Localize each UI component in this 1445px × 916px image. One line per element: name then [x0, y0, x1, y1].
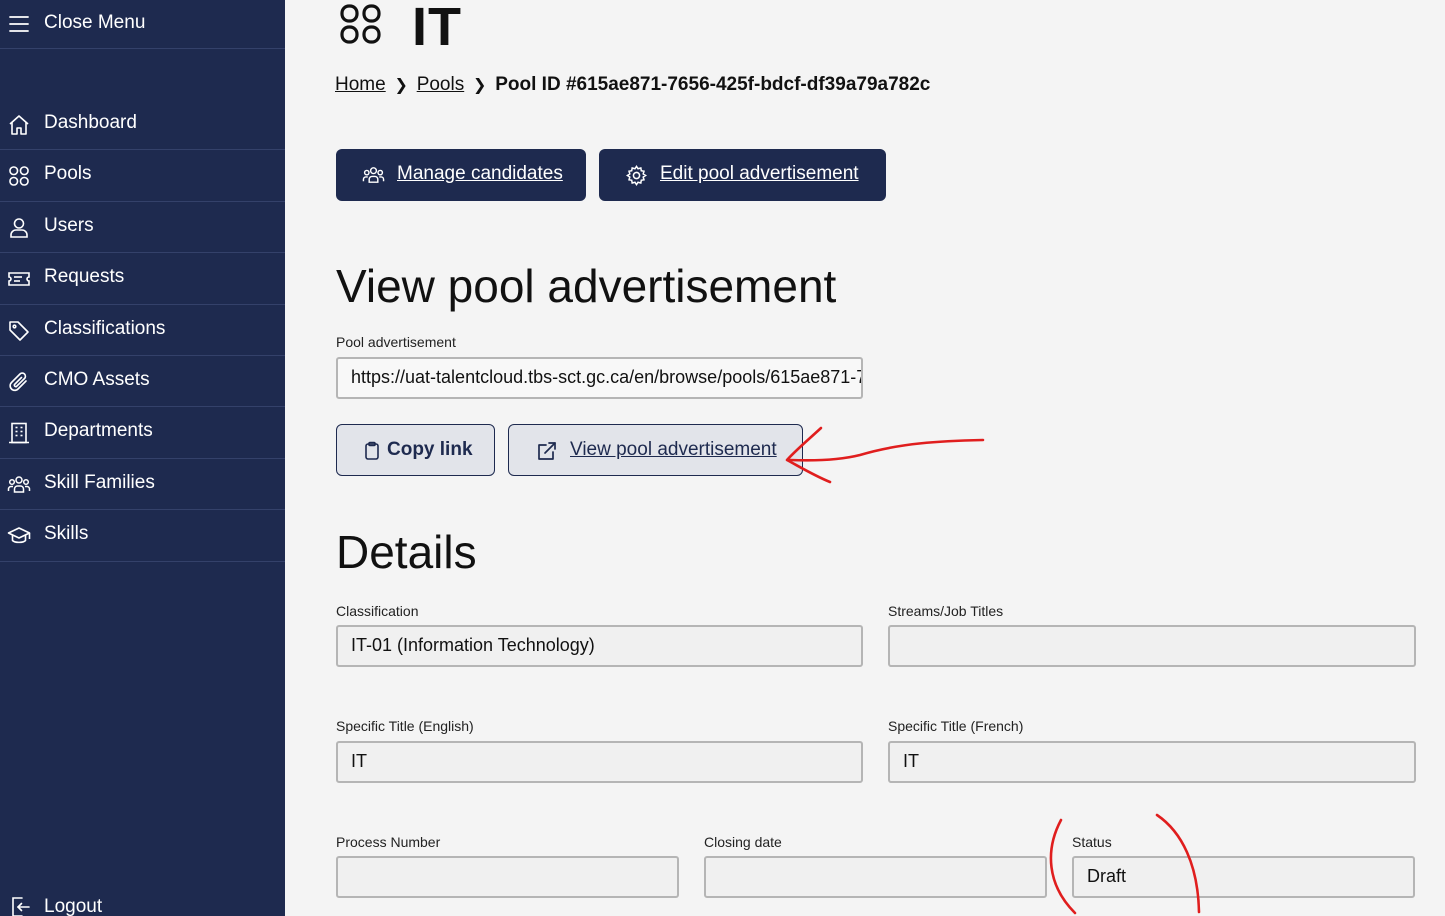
- pool-grid-icon: [340, 4, 381, 44]
- sidebar-nav: Dashboard Pools Users Requests Classific…: [0, 99, 285, 562]
- breadcrumb-home-link[interactable]: Home: [335, 74, 386, 96]
- specific-title-english-field[interactable]: IT: [336, 741, 863, 783]
- copy-link-button[interactable]: Copy link: [336, 424, 495, 476]
- streams-field[interactable]: [888, 625, 1416, 667]
- sidebar-item-label: Skill Families: [44, 471, 155, 493]
- chevron-right-icon: ❯: [473, 77, 487, 94]
- sidebar-item-requests[interactable]: Requests: [0, 253, 285, 305]
- closing-date-label: Closing date: [704, 834, 782, 850]
- edit-pool-advertisement-label: Edit pool advertisement: [660, 163, 859, 184]
- logout-icon: [12, 897, 30, 916]
- grid-icon: [9, 166, 29, 187]
- annotation-arrow: [788, 438, 985, 462]
- status-label: Status: [1072, 834, 1112, 850]
- streams-label: Streams/Job Titles: [888, 603, 1004, 619]
- details-heading: Details: [336, 526, 477, 578]
- sidebar-item-label: Skills: [44, 523, 89, 545]
- sidebar-item-departments[interactable]: Departments: [0, 407, 285, 459]
- tag-icon: [9, 320, 29, 341]
- logout-label: Logout: [44, 896, 103, 916]
- specific-title-french-field[interactable]: IT: [888, 741, 1416, 783]
- sidebar-item-label: Classifications: [44, 317, 166, 339]
- breadcrumb-pools-link[interactable]: Pools: [417, 74, 465, 96]
- sidebar-item-classifications[interactable]: Classifications: [0, 305, 285, 356]
- ticket-icon: [8, 272, 30, 286]
- view-pool-advertisement-label: View pool advertisement: [570, 439, 777, 460]
- gear-icon: [625, 164, 648, 187]
- edit-pool-advertisement-button[interactable]: Edit pool advertisement: [599, 149, 886, 201]
- sidebar-item-label: Departments: [44, 420, 153, 442]
- graduation-cap-icon: [7, 527, 31, 544]
- close-menu-button[interactable]: Close Menu: [0, 0, 285, 49]
- sidebar-item-label: Pools: [44, 163, 92, 185]
- external-link-icon: [538, 442, 556, 460]
- closing-date-field[interactable]: [704, 856, 1047, 898]
- sidebar-item-skills[interactable]: Skills: [0, 510, 285, 562]
- users-group-icon: [362, 167, 385, 183]
- sidebar-item-label: Requests: [44, 266, 125, 288]
- sidebar-item-users[interactable]: Users: [0, 202, 285, 254]
- sidebar-item-pools[interactable]: Pools: [0, 150, 285, 202]
- view-pool-advertisement-heading: View pool advertisement: [336, 260, 837, 312]
- manage-candidates-button[interactable]: Manage candidates: [336, 149, 586, 201]
- sidebar: Close Menu Dashboard Pools Users Request…: [0, 0, 285, 916]
- building-icon: [9, 423, 29, 444]
- sidebar-item-dashboard[interactable]: Dashboard: [0, 99, 285, 151]
- user-icon: [10, 217, 28, 238]
- home-icon: [9, 115, 29, 135]
- breadcrumb: Home ❯ Pools ❯ Pool ID #615ae871-7656-42…: [335, 74, 930, 96]
- sidebar-item-cmo-assets[interactable]: CMO Assets: [0, 356, 285, 408]
- manage-candidates-label: Manage candidates: [397, 163, 563, 184]
- users-group-icon: [7, 475, 31, 493]
- sidebar-item-skill-families[interactable]: Skill Families: [0, 459, 285, 511]
- sidebar-item-label: Dashboard: [44, 112, 137, 133]
- process-number-field[interactable]: [336, 856, 679, 898]
- classification-label: Classification: [336, 603, 419, 619]
- clipboard-icon: [365, 441, 379, 460]
- specific-title-french-label: Specific Title (French): [888, 718, 1024, 734]
- pool-advertisement-label: Pool advertisement: [336, 334, 456, 350]
- classification-field[interactable]: IT-01 (Information Technology): [336, 625, 863, 667]
- close-menu-label: Close Menu: [44, 12, 146, 33]
- sidebar-item-label: Users: [44, 214, 94, 236]
- specific-title-english-label: Specific Title (English): [336, 718, 474, 734]
- page-title: IT: [412, 0, 462, 57]
- status-field[interactable]: Draft: [1072, 856, 1415, 898]
- paperclip-icon: [9, 372, 27, 392]
- process-number-label: Process Number: [336, 834, 441, 850]
- breadcrumb-current: Pool ID #615ae871-7656-425f-bdcf-df39a79…: [495, 74, 931, 95]
- sidebar-item-label: CMO Assets: [44, 368, 150, 390]
- hamburger-icon: [9, 16, 29, 32]
- pool-advertisement-url-field[interactable]: https://uat-talentcloud.tbs-sct.gc.ca/en…: [336, 357, 863, 399]
- view-pool-advertisement-button[interactable]: View pool advertisement: [508, 424, 803, 476]
- chevron-right-icon: ❯: [394, 77, 408, 94]
- copy-link-label: Copy link: [387, 439, 473, 460]
- logout-button[interactable]: Logout: [0, 890, 285, 916]
